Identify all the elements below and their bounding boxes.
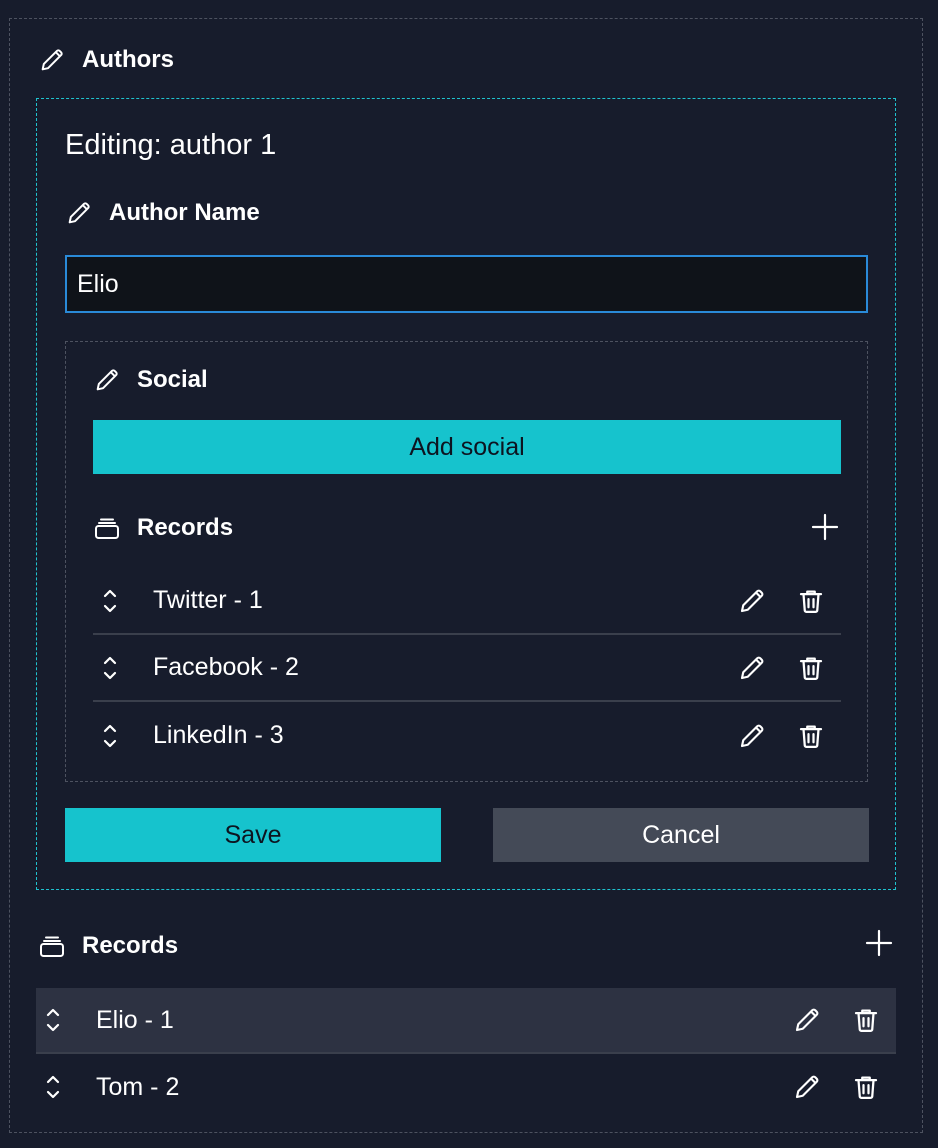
author-name-heading: Author Name	[65, 199, 260, 227]
reorder-handle-icon[interactable]	[98, 587, 122, 615]
social-records-list: Twitter - 1 Facebook - 2 LinkedIn - 3	[93, 568, 841, 769]
pencil-icon	[93, 366, 121, 394]
reorder-handle-icon[interactable]	[41, 1006, 65, 1034]
record-label: LinkedIn - 3	[153, 721, 284, 749]
record-label: Twitter - 1	[153, 586, 263, 614]
social-title: Social	[137, 366, 208, 393]
delete-trash-icon[interactable]	[851, 1005, 881, 1035]
social-section: Social Add social Records Twitter - 1 Fac…	[65, 341, 868, 782]
record-row[interactable]: Twitter - 1	[93, 568, 841, 635]
authors-records-heading: Records	[38, 932, 178, 960]
pencil-icon	[38, 46, 66, 74]
stack-icon	[93, 514, 121, 542]
record-label: Facebook - 2	[153, 653, 299, 681]
editing-title: Editing: author 1	[65, 129, 277, 161]
author-name-label: Author Name	[109, 199, 260, 226]
reorder-handle-icon[interactable]	[98, 722, 122, 750]
record-row[interactable]: Facebook - 2	[93, 635, 841, 702]
add-social-button[interactable]: Add social	[93, 420, 841, 474]
authors-heading: Authors	[38, 46, 174, 74]
author-editor: Editing: author 1 Author Name Social Add…	[36, 98, 896, 890]
delete-trash-icon[interactable]	[796, 586, 826, 616]
author-name-input[interactable]	[65, 255, 868, 313]
social-records-heading: Records	[93, 514, 233, 542]
record-label: Tom - 2	[96, 1072, 180, 1101]
authors-records-title: Records	[82, 932, 179, 959]
edit-pencil-icon[interactable]	[737, 586, 767, 616]
social-heading: Social	[93, 366, 208, 394]
edit-pencil-icon[interactable]	[792, 1072, 822, 1102]
reorder-handle-icon[interactable]	[41, 1073, 65, 1101]
save-button[interactable]: Save	[65, 808, 441, 862]
authors-title: Authors	[82, 46, 174, 73]
record-label: Elio - 1	[96, 1005, 174, 1034]
record-row[interactable]: Tom - 2	[36, 1054, 896, 1120]
edit-pencil-icon[interactable]	[737, 653, 767, 683]
authors-records-list: Elio - 1 Tom - 2	[36, 988, 896, 1120]
social-records-title: Records	[137, 514, 234, 541]
reorder-handle-icon[interactable]	[98, 654, 122, 682]
edit-pencil-icon[interactable]	[792, 1005, 822, 1035]
cancel-button[interactable]: Cancel	[493, 808, 869, 862]
delete-trash-icon[interactable]	[796, 721, 826, 751]
record-row[interactable]: Elio - 1	[36, 988, 896, 1054]
delete-trash-icon[interactable]	[851, 1072, 881, 1102]
delete-trash-icon[interactable]	[796, 653, 826, 683]
pencil-icon	[65, 199, 93, 227]
add-social-record-plus-icon[interactable]	[810, 512, 840, 542]
stack-icon	[38, 932, 66, 960]
edit-pencil-icon[interactable]	[737, 721, 767, 751]
record-row[interactable]: LinkedIn - 3	[93, 702, 841, 769]
add-author-record-plus-icon[interactable]	[864, 928, 894, 958]
